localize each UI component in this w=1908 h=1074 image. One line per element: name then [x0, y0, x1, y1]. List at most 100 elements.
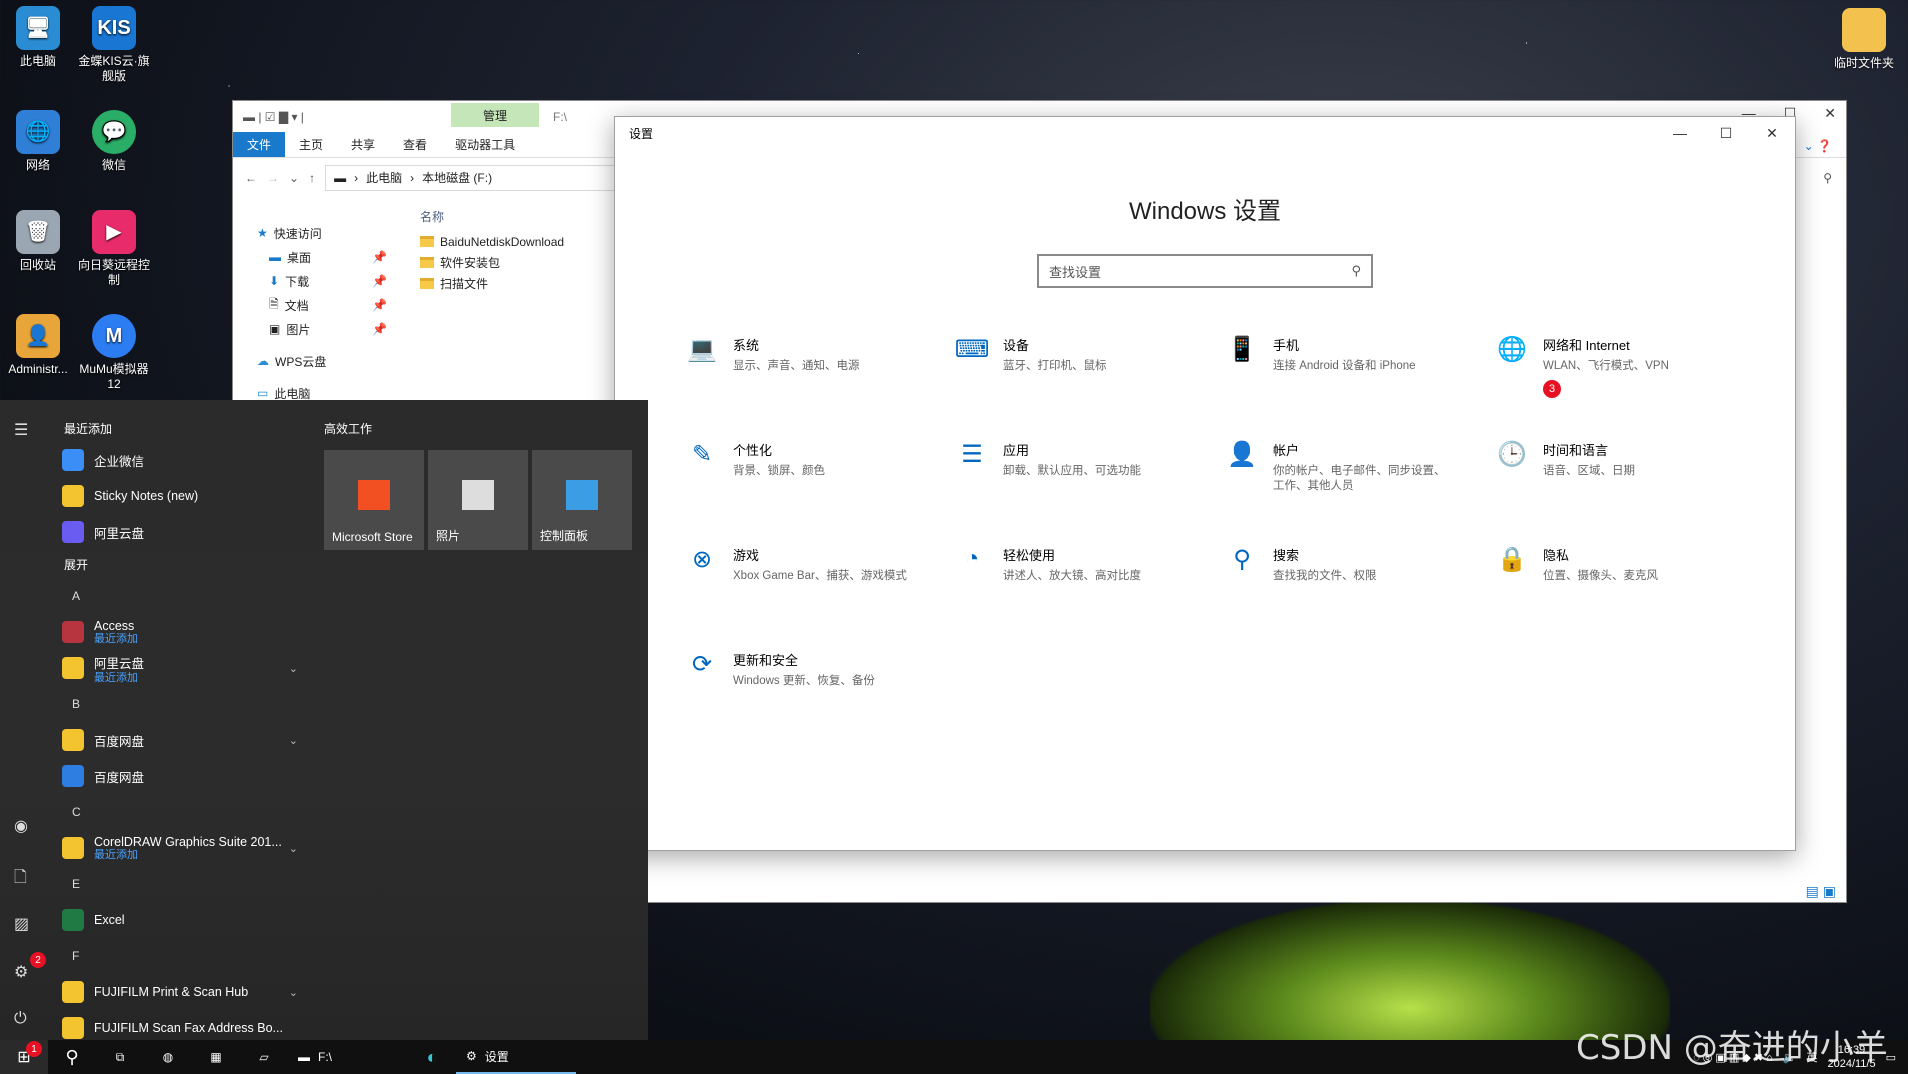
minimize-icon[interactable]: — — [1657, 117, 1703, 149]
taskbar-notepad[interactable]: ▱ — [240, 1040, 288, 1074]
settings-tile[interactable]: 👤 帐户 你的帐户、电子邮件、同步设置、工作、其他人员 — [1225, 437, 1495, 542]
start-app-item[interactable]: 阿里云盘 最近添加 ⌄ — [62, 650, 312, 686]
start-app-item[interactable]: 企业微信 — [62, 442, 312, 478]
nav-wps-cloud[interactable]: ☁ WPS云盘 — [233, 349, 393, 373]
settings-tile[interactable]: ⌨ 设备 蓝牙、打印机、鼠标 — [955, 332, 1225, 437]
taskbar-calculator[interactable]: ▦ — [192, 1040, 240, 1074]
start-tile[interactable]: Microsoft Store — [324, 450, 424, 550]
user-folder-icon: 👤 — [16, 314, 60, 358]
section-letter[interactable]: F — [62, 938, 312, 974]
task-view-button[interactable]: ⧉ — [96, 1040, 144, 1074]
start-app-item[interactable]: 百度网盘 ⌄ — [62, 722, 312, 758]
search-icon[interactable]: ⚲ — [1823, 171, 1832, 185]
start-tile[interactable]: 控制面板 — [532, 450, 632, 550]
taskbar-settings[interactable]: ⚙ 设置 — [456, 1040, 576, 1074]
pictures-icon[interactable]: ▨ — [14, 914, 29, 934]
start-app-item[interactable]: 百度网盘 — [62, 758, 312, 794]
back-icon[interactable]: ← — [245, 171, 257, 185]
desktop-icon-sunlogin[interactable]: ▶ 向日葵远程控制 — [74, 210, 154, 288]
list-item[interactable]: 扫描文件 — [408, 273, 628, 294]
settings-gear-icon[interactable]: ⚙ — [14, 962, 28, 982]
settings-tile[interactable]: 💻 系统 显示、声音、通知、电源 — [685, 332, 955, 437]
breadcrumb-drive-f[interactable]: 本地磁盘 (F:) — [422, 169, 492, 186]
quick-access-toolbar[interactable]: ▬ | ☑ ▇ ▾ | — [243, 110, 304, 124]
tab-share[interactable]: 共享 — [337, 132, 389, 157]
tab-manage[interactable]: 管理 — [451, 103, 539, 127]
chevron-down-icon[interactable]: ⌄ — [289, 734, 298, 747]
maximize-icon[interactable]: ☐ — [1703, 117, 1749, 149]
start-menu[interactable]: ☰ ◉ 🗋 ▨ ⚙ 2 ⏻ 最近添加 企业微信 Sticky Notes (new… — [0, 400, 648, 1040]
section-letter[interactable]: C — [62, 794, 312, 830]
documents-icon[interactable]: 🗋 — [14, 866, 27, 893]
tile-description: 语音、区域、日期 — [1543, 465, 1635, 477]
user-icon[interactable]: ◉ — [14, 816, 28, 836]
power-icon[interactable]: ⏻ — [14, 1010, 27, 1028]
tab-drive-tools[interactable]: 驱动器工具 — [441, 132, 529, 157]
tab-view[interactable]: 查看 — [389, 132, 441, 157]
recent-locations-icon[interactable]: ⌄ — [289, 171, 299, 185]
settings-tile[interactable]: ☰ 应用 卸载、默认应用、可选功能 — [955, 437, 1225, 542]
nav-quick-access[interactable]: ★ 快速访问 — [233, 221, 393, 245]
desktop-icon-network[interactable]: 🌐 网络 — [0, 110, 78, 173]
start-app-item[interactable]: Access 最近添加 — [62, 614, 312, 650]
start-button[interactable]: ⊞ 1 — [0, 1040, 48, 1074]
desktop-icon-recycle-bin[interactable]: 🗑 回收站 — [0, 210, 78, 273]
settings-search-input[interactable]: 查找设置 — [1049, 262, 1101, 281]
nav-documents[interactable]: 🗎 文档 📌 — [233, 293, 393, 317]
tab-home[interactable]: 主页 — [285, 132, 337, 157]
search-button[interactable]: ⚲ — [48, 1040, 96, 1074]
settings-tile[interactable]: ✎ 个性化 背景、锁屏、颜色 — [685, 437, 955, 542]
app-label: FUJIFILM Scan Fax Address Bo... — [94, 1021, 283, 1035]
settings-tile[interactable]: ⚲ 搜索 查找我的文件、权限 — [1225, 542, 1495, 647]
help-icon[interactable]: ⌄ ❓ — [1790, 135, 1846, 157]
start-app-item[interactable]: 阿里云盘 — [62, 514, 312, 550]
settings-tile[interactable]: ◔ 轻松使用 讲述人、放大镜、高对比度 — [955, 542, 1225, 647]
settings-tile[interactable]: 🕒 时间和语言 语音、区域、日期 — [1495, 437, 1765, 542]
section-letter[interactable]: B — [62, 686, 312, 722]
start-app-item[interactable]: FUJIFILM Print & Scan Hub ⌄ — [62, 974, 312, 1010]
close-icon[interactable]: ✕ — [1749, 117, 1795, 149]
up-icon[interactable]: ↑ — [309, 171, 315, 185]
settings-tile[interactable]: ⊗ 游戏 Xbox Game Bar、捕获、游戏模式 — [685, 542, 955, 647]
column-header-name[interactable]: 名称 — [408, 201, 628, 231]
star-icon: ★ — [257, 226, 268, 240]
section-letter[interactable]: E — [62, 866, 312, 902]
desktop-icon-this-pc[interactable]: 🖥 此电脑 — [0, 6, 78, 69]
nav-pictures[interactable]: ▣ 图片 📌 — [233, 317, 393, 341]
tile-description: 查找我的文件、权限 — [1273, 570, 1377, 582]
settings-tile[interactable]: 🌐 网络和 Internet WLAN、飞行模式、VPN 3 — [1495, 332, 1765, 437]
desktop-icon-kis[interactable]: KIS 金蝶KIS云·旗舰版 — [74, 6, 154, 84]
section-letter[interactable]: A — [62, 578, 312, 614]
settings-search-box[interactable]: 查找设置 ⚲ — [1037, 254, 1373, 288]
desktop-icon-wechat[interactable]: 💬 微信 — [74, 110, 154, 173]
desktop-icon-mumu[interactable]: M MuMu模拟器12 — [74, 314, 154, 392]
chevron-down-icon[interactable]: ⌄ — [289, 662, 298, 675]
hamburger-menu-icon[interactable]: ☰ — [14, 420, 28, 440]
address-bar[interactable]: ▬ › 此电脑 › 本地磁盘 (F:) — [325, 164, 626, 191]
start-app-item[interactable]: Sticky Notes (new) — [62, 478, 312, 514]
close-icon[interactable]: ✕ — [1824, 105, 1836, 122]
settings-tile[interactable]: 📱 手机 连接 Android 设备和 iPhone — [1225, 332, 1495, 437]
taskbar-explorer[interactable]: ▬ F:\ — [288, 1040, 408, 1074]
forward-icon[interactable]: → — [267, 171, 279, 185]
list-item[interactable]: 软件安装包 — [408, 252, 628, 273]
settings-window[interactable]: 设置 — ☐ ✕ Windows 设置 查找设置 ⚲ 💻 系统 显示、声音、通知、电… — [614, 116, 1796, 851]
settings-tile[interactable]: ⟳ 更新和安全 Windows 更新、恢复、备份 — [685, 647, 955, 752]
view-toggle[interactable]: ▤ ▣ — [1806, 883, 1836, 900]
start-tile[interactable]: 照片 — [428, 450, 528, 550]
taskbar-edge[interactable]: ◐ — [408, 1040, 456, 1074]
list-item[interactable]: BaiduNetdiskDownload — [408, 231, 628, 252]
start-app-item[interactable]: CorelDRAW Graphics Suite 201... 最近添加 ⌄ — [62, 830, 312, 866]
nav-desktop[interactable]: ▬ 桌面 📌 — [233, 245, 393, 269]
desktop-icon-temp-folder[interactable]: 临时文件夹 — [1824, 8, 1904, 71]
chevron-down-icon[interactable]: ⌄ — [289, 842, 298, 855]
taskbar-app-pinned[interactable]: ◍ — [144, 1040, 192, 1074]
nav-downloads[interactable]: ⬇ 下载 📌 — [233, 269, 393, 293]
start-app-item[interactable]: Excel — [62, 902, 312, 938]
chevron-down-icon[interactable]: ⌄ — [289, 986, 298, 999]
tab-file[interactable]: 文件 — [233, 132, 286, 157]
expand-button[interactable]: 展开 — [62, 550, 312, 578]
breadcrumb-this-pc[interactable]: 此电脑 — [366, 169, 402, 186]
settings-tile[interactable]: 🔒 隐私 位置、摄像头、麦克风 — [1495, 542, 1765, 647]
desktop-icon-administrator[interactable]: 👤 Administr... — [0, 314, 78, 377]
